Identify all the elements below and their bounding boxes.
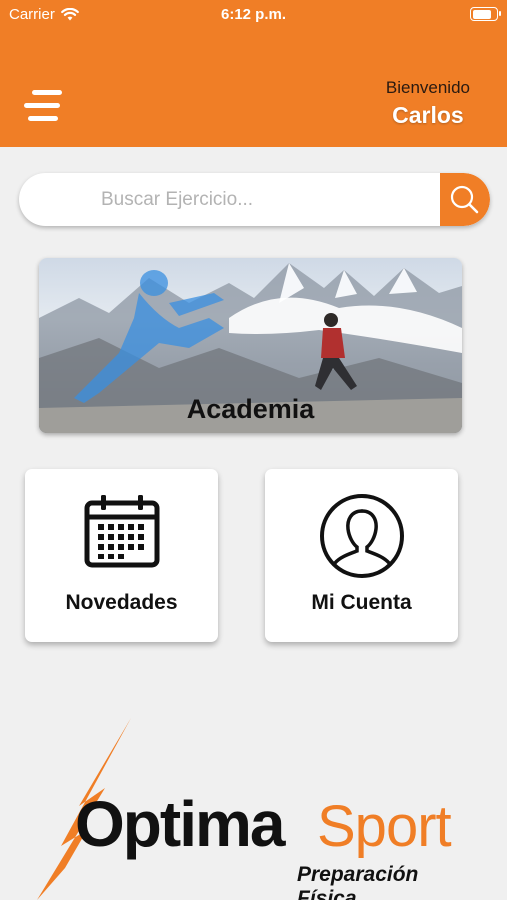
logo-tagline: Preparación Física. xyxy=(297,863,419,900)
welcome-label: Bienvenido xyxy=(385,78,470,97)
search-bar xyxy=(19,173,490,226)
banner-title: Academia xyxy=(186,394,315,424)
battery-fill xyxy=(472,9,492,19)
hamburger-menu-icon xyxy=(32,90,62,95)
optima-sport-logo: Optima Sport Preparación Física. xyxy=(35,718,485,900)
status-bar: Carrier 6:12 p.m. xyxy=(0,0,507,30)
menu-button[interactable] xyxy=(24,88,64,126)
academia-banner[interactable]: Academia xyxy=(39,258,462,433)
search-button[interactable] xyxy=(440,173,490,226)
search-input[interactable] xyxy=(19,173,440,226)
mi-cuenta-label: Mi Cuenta xyxy=(311,591,412,614)
user-name: Carlos xyxy=(392,102,464,128)
battery-icon xyxy=(470,7,501,21)
welcome-block: Bienvenido Carlos xyxy=(386,78,470,129)
logo-text-optima: Optima xyxy=(75,788,285,860)
hamburger-line xyxy=(24,103,60,108)
novedades-label: Novedades xyxy=(65,591,178,614)
status-time: 6:12 p.m. xyxy=(220,6,287,23)
mi-cuenta-card[interactable]: Mi Cuenta xyxy=(265,469,458,642)
novedades-card[interactable]: Novedades xyxy=(25,469,218,642)
hamburger-line xyxy=(28,116,58,121)
app-header: Carrier 6:12 p.m. Bienvenido Carlos xyxy=(0,0,507,147)
logo-text-sport: Sport xyxy=(317,794,452,859)
calendar-icon xyxy=(84,495,159,568)
search-icon xyxy=(450,185,479,213)
user-profile-icon xyxy=(319,494,404,578)
